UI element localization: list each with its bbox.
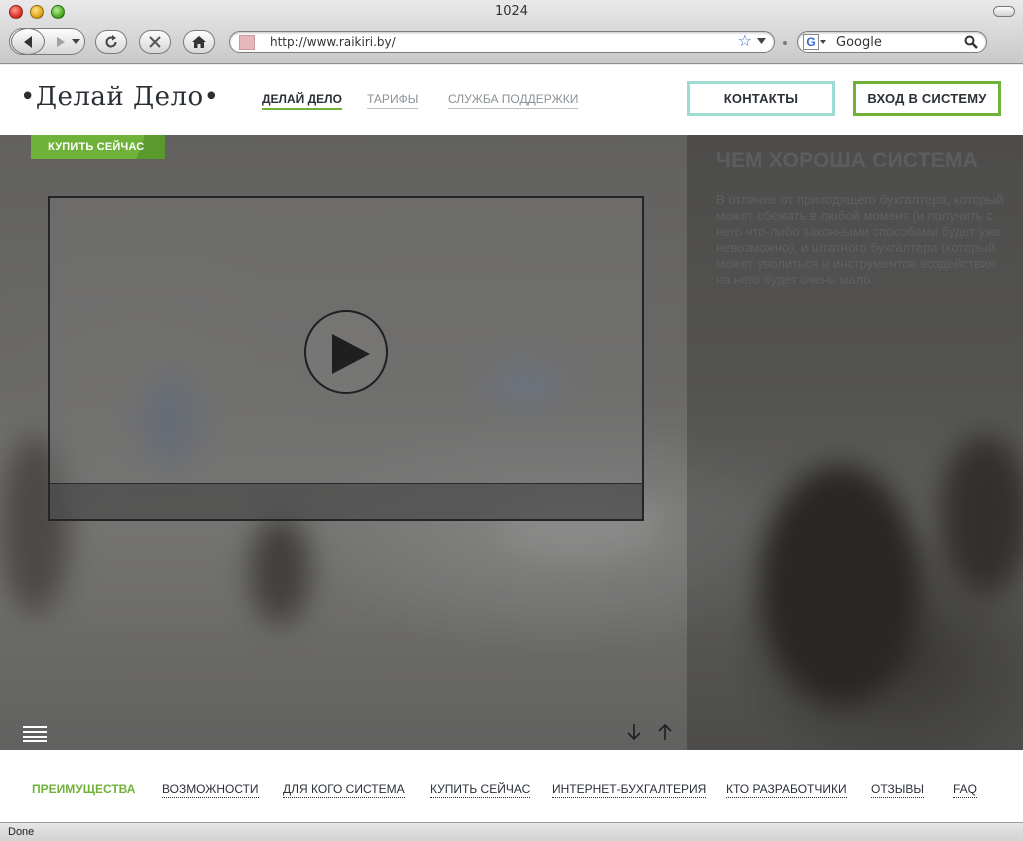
nav-link-delai-delo[interactable]: ДЕЛАЙ ДЕЛО (262, 92, 342, 110)
footer-link-for-whom[interactable]: ДЛЯ КОГО СИСТЕМА (283, 782, 405, 798)
hero-bottom-bar (0, 713, 687, 750)
history-nav-group (9, 28, 85, 55)
play-button[interactable] (304, 310, 388, 394)
site-favicon-icon (239, 35, 255, 50)
address-bar-url[interactable]: http://www.raikiri.by/ (270, 35, 396, 49)
bookmark-star-icon[interactable]: ☆ (738, 33, 752, 51)
footer-link-advantages[interactable]: ПРЕИМУЩЕСТВА (32, 782, 135, 797)
menu-icon[interactable] (23, 726, 47, 742)
video-player[interactable] (48, 196, 644, 521)
footer-link-developers[interactable]: КТО РАЗРАБОТЧИКИ (726, 782, 847, 798)
login-button[interactable]: ВХОД В СИСТЕМУ (853, 81, 1001, 116)
forward-button[interactable] (52, 34, 70, 50)
contacts-button[interactable]: КОНТАКТЫ (687, 81, 835, 116)
site-header: •Делай Дело• ДЕЛАЙ ДЕЛО ТАРИФЫ СЛУЖБА ПО… (0, 65, 1023, 135)
toolbar-separator (783, 41, 787, 45)
engine-dropdown-icon[interactable] (820, 40, 826, 44)
footer-link-features[interactable]: ВОЗМОЖНОСТИ (162, 782, 259, 798)
nav-link-support[interactable]: СЛУЖБА ПОДДЕРЖКИ (448, 92, 579, 109)
address-bar[interactable]: http://www.raikiri.by/ ☆ (229, 31, 775, 53)
footer-link-reviews[interactable]: ОТЗЫВЫ (871, 782, 925, 798)
arrow-up-icon[interactable] (657, 723, 673, 741)
history-dropdown-icon[interactable] (72, 39, 80, 45)
home-button[interactable] (183, 30, 215, 54)
video-controls-bar[interactable] (50, 483, 642, 519)
footer-link-online-accounting[interactable]: ИНТЕРНЕТ-БУХГАЛТЕРИЯ (552, 782, 707, 798)
search-box[interactable]: G Google (797, 31, 987, 53)
status-text: Done (8, 826, 35, 838)
panel-title: ЧЕМ ХОРОША СИСТЕМА (716, 149, 979, 172)
nav-link-tariffs[interactable]: ТАРИФЫ (367, 92, 419, 109)
search-icon[interactable] (964, 35, 978, 49)
buy-now-tag[interactable]: КУПИТЬ СЕЙЧАС (31, 135, 165, 159)
hero-section: КУПИТЬ СЕЙЧАС ЧЕМ ХОРОША СИСТЕМА В отлич… (0, 135, 1023, 750)
site-logo[interactable]: •Делай Дело• (20, 82, 220, 112)
google-engine-icon[interactable]: G (803, 34, 819, 50)
footer-nav: ПРЕИМУЩЕСТВА ВОЗМОЖНОСТИ ДЛЯ КОГО СИСТЕМ… (0, 750, 1023, 822)
search-input[interactable]: Google (836, 35, 882, 50)
forward-arrow-icon (57, 37, 65, 47)
back-arrow-icon (24, 35, 32, 48)
stop-x-icon (149, 36, 161, 48)
footer-link-buy-now[interactable]: КУПИТЬ СЕЙЧАС (430, 782, 531, 798)
footer-link-faq[interactable]: FAQ (953, 782, 978, 798)
panel-text: В отличие от приходящего бухгалтера, кот… (716, 192, 1004, 287)
reload-icon (105, 35, 117, 48)
browser-titlebar: 1024 http://www.raikiri.by/ ☆ G Google (0, 0, 1023, 64)
browser-statusbar: Done (0, 822, 1023, 841)
back-button[interactable] (11, 28, 45, 55)
features-panel: ЧЕМ ХОРОША СИСТЕМА В отличие от приходящ… (687, 135, 1023, 750)
window-title: 1024 (494, 4, 529, 19)
address-dropdown-icon[interactable] (757, 38, 766, 45)
reload-button[interactable] (95, 30, 127, 54)
arrow-down-icon[interactable] (626, 723, 642, 741)
toolbar-toggle-button[interactable] (993, 6, 1015, 17)
home-icon (192, 36, 206, 48)
stop-button[interactable] (139, 30, 171, 54)
play-icon (332, 334, 370, 374)
